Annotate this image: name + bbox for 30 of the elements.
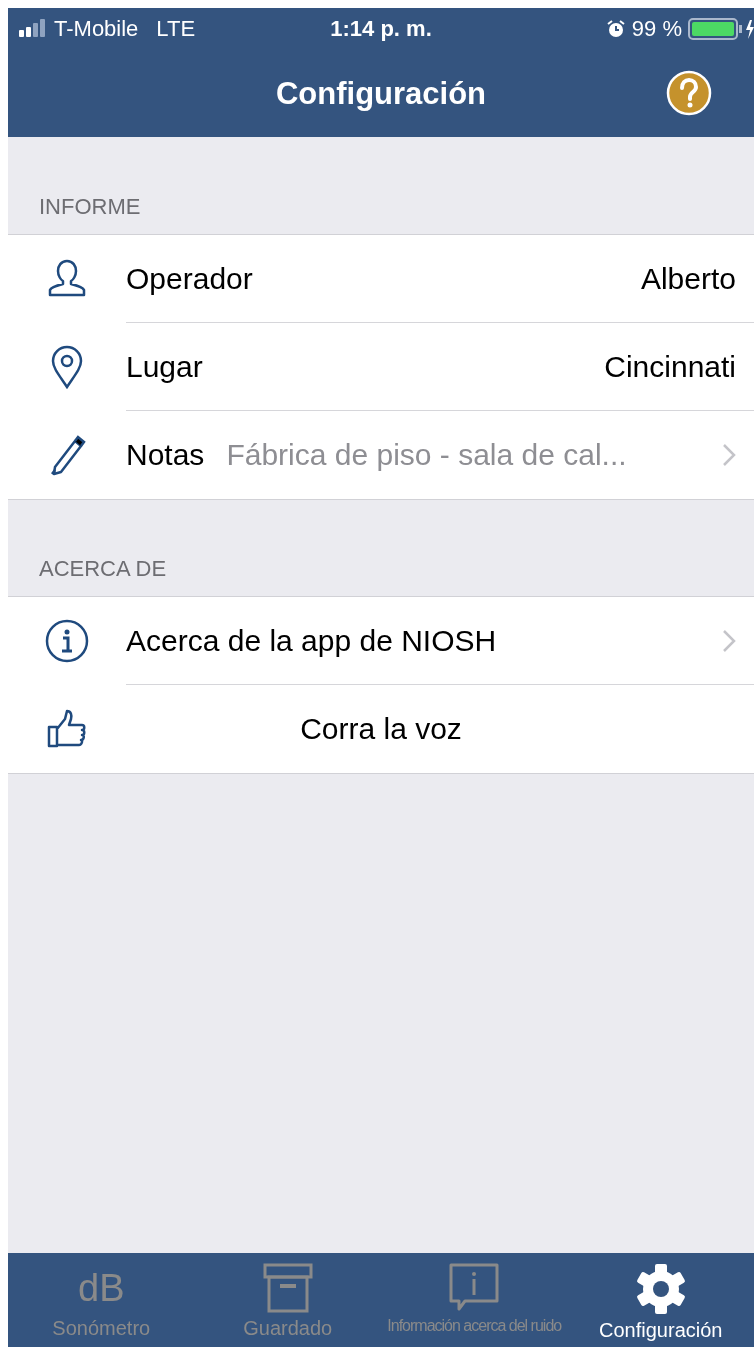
- help-button[interactable]: [666, 70, 712, 116]
- section-header: ACERCA DE: [39, 556, 167, 582]
- settings-row[interactable]: Acerca de la app de NIOSH: [8, 597, 754, 685]
- nav-title: Configuración: [275, 75, 487, 112]
- row-value: Fábrica de piso - sala de cal...: [226, 438, 627, 472]
- settings-icon: [634, 1263, 687, 1315]
- alarm-clock-icon: [605, 19, 626, 39]
- battery-charging-icon: [688, 18, 754, 40]
- row-label: Operador: [126, 261, 253, 296]
- archive-box-icon: [262, 1263, 313, 1313]
- settings-row[interactable]: Operador Alberto: [8, 235, 754, 323]
- battery-percent: 99 %: [631, 16, 682, 42]
- settings-row[interactable]: Notas Fábrica de piso - sala de cal...: [8, 411, 754, 499]
- info-icon: [45, 619, 89, 663]
- info-bubble-icon: [449, 1263, 500, 1313]
- row-label: Acerca de la app de NIOSH: [126, 623, 497, 658]
- row-label: Lugar: [126, 349, 203, 384]
- network-type: LTE: [156, 16, 196, 42]
- tab-bar-item[interactable]: Configuración: [567, 1253, 754, 1347]
- settings-row[interactable]: Corra la voz: [8, 685, 754, 773]
- row-label: Notas: [126, 438, 205, 472]
- status-time: 1:14 p. m.: [330, 16, 432, 42]
- row-label: Corra la voz: [300, 712, 462, 746]
- location-pin-icon: [50, 345, 84, 389]
- row-value: Alberto: [640, 261, 736, 296]
- carrier-name: T-Mobile: [54, 16, 139, 42]
- section-header: INFORME: [39, 194, 141, 220]
- settings-row[interactable]: Lugar Cincinnati: [8, 323, 754, 411]
- row-value: Cincinnati: [604, 349, 736, 384]
- signal-icon: [18, 19, 48, 39]
